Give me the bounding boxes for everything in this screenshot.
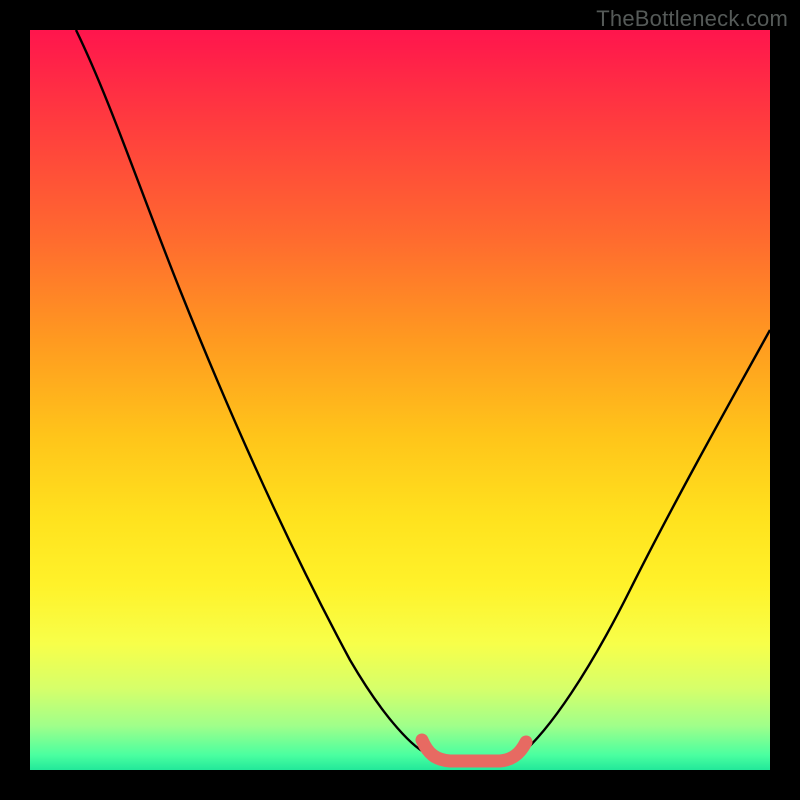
curve-left [76,30,430,755]
trough-highlight [422,740,526,761]
chart-frame: TheBottleneck.com [0,0,800,800]
plot-area [30,30,770,770]
watermark-label: TheBottleneck.com [596,6,788,32]
chart-svg [30,30,770,770]
curve-right [520,330,770,755]
